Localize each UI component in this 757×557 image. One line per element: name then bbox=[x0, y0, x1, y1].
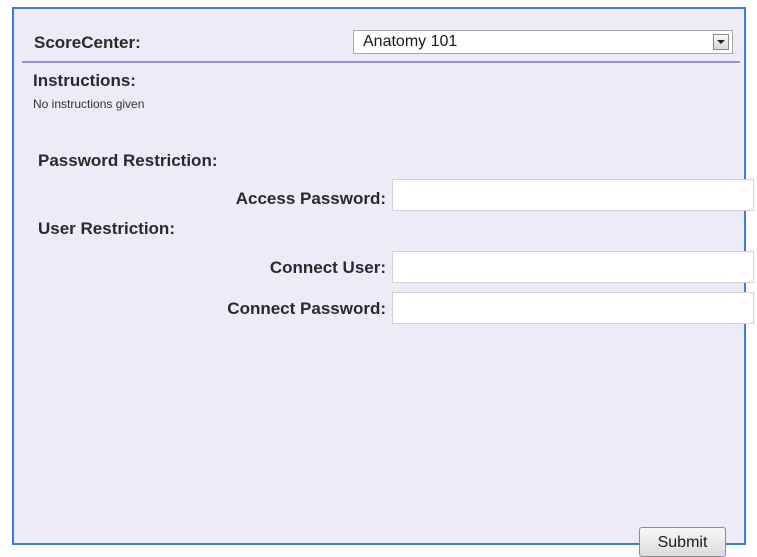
scorecenter-label: ScoreCenter: bbox=[34, 33, 141, 52]
course-select[interactable]: Anatomy 101 bbox=[353, 30, 733, 54]
connect-user-input[interactable] bbox=[392, 251, 754, 283]
chevron-down-icon[interactable] bbox=[713, 34, 729, 50]
password-restriction-title: Password Restriction: bbox=[38, 151, 218, 170]
user-restriction-title: User Restriction: bbox=[38, 219, 175, 238]
instructions-text: No instructions given bbox=[33, 97, 145, 111]
access-password-label: Access Password: bbox=[235, 189, 386, 208]
submit-button[interactable]: Submit bbox=[639, 527, 726, 557]
scorecenter-panel: ScoreCenter: Anatomy 101 Instructions: N… bbox=[12, 7, 754, 545]
connect-password-label: Connect Password: bbox=[227, 299, 386, 318]
connect-password-input[interactable] bbox=[392, 292, 754, 324]
course-select-value: Anatomy 101 bbox=[363, 33, 458, 50]
instructions-title: Instructions: bbox=[33, 71, 136, 90]
scorecenter-header: ScoreCenter: Anatomy 101 bbox=[22, 25, 740, 63]
access-password-input[interactable] bbox=[392, 179, 754, 211]
connect-user-label: Connect User: bbox=[269, 258, 386, 277]
